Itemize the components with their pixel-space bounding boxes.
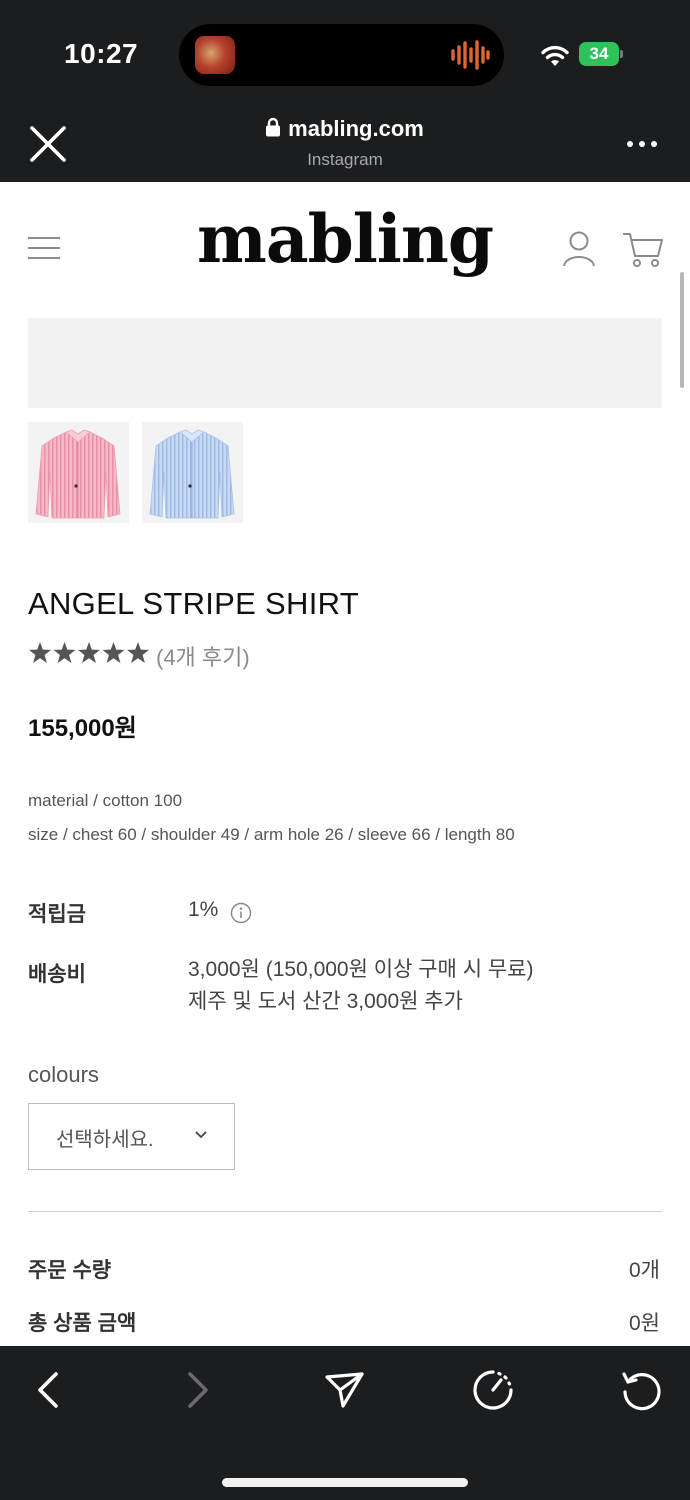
reload-icon[interactable] bbox=[619, 1368, 663, 1412]
battery-level: 34 bbox=[579, 42, 619, 66]
now-playing-artwork bbox=[195, 36, 235, 74]
info-icon[interactable] bbox=[230, 902, 252, 924]
dynamic-island[interactable] bbox=[179, 24, 504, 86]
points-value: 1% bbox=[188, 898, 219, 921]
points-label: 적립금 bbox=[28, 903, 86, 926]
total-price-value: 0원 bbox=[629, 1312, 660, 1335]
order-qty-label: 주문 수량 bbox=[28, 1259, 112, 1282]
page-speed-icon[interactable] bbox=[471, 1368, 515, 1412]
thumbnail-pink-shirt[interactable] bbox=[28, 422, 129, 523]
lock-icon bbox=[266, 117, 281, 137]
blue-shirt-image bbox=[149, 429, 235, 519]
forward-icon[interactable] bbox=[176, 1368, 220, 1412]
product-title: ANGEL STRIPE SHIRT bbox=[28, 586, 359, 621]
battery-tip bbox=[620, 50, 623, 58]
more-icon[interactable] bbox=[626, 138, 658, 150]
audio-wave-icon bbox=[451, 40, 490, 70]
home-indicator[interactable] bbox=[222, 1478, 468, 1487]
user-icon[interactable] bbox=[562, 230, 596, 268]
shipping-extra: 제주 및 도서 산간 3,000원 추가 bbox=[188, 990, 463, 1013]
rating-stars-icon[interactable] bbox=[28, 641, 150, 665]
url-source: Instagram bbox=[307, 150, 383, 169]
pink-shirt-image bbox=[35, 429, 121, 519]
status-time: 10:27 bbox=[64, 38, 139, 69]
wifi-icon bbox=[541, 45, 569, 66]
send-icon[interactable] bbox=[322, 1368, 366, 1412]
order-qty-value: 0개 bbox=[629, 1259, 660, 1282]
battery-indicator: 34 bbox=[579, 42, 623, 66]
spec-size: size / chest 60 / shoulder 49 / arm hole… bbox=[28, 825, 515, 844]
colours-label: colours bbox=[28, 1062, 99, 1087]
url-bar[interactable]: mabling.com bbox=[0, 116, 690, 142]
shipping-fee: 3,000원 (150,000원 이상 구매 시 무료) bbox=[188, 958, 534, 981]
back-icon[interactable] bbox=[26, 1368, 70, 1412]
divider bbox=[28, 1211, 662, 1212]
spec-material: material / cotton 100 bbox=[28, 791, 183, 810]
chevron-down-icon bbox=[195, 1131, 207, 1139]
total-price-label: 총 상품 금액 bbox=[28, 1312, 137, 1335]
thumbnail-blue-shirt[interactable] bbox=[142, 422, 243, 523]
shipping-label: 배송비 bbox=[28, 963, 86, 986]
url-text: mabling.com bbox=[288, 116, 424, 141]
colours-select[interactable]: 선택하세요. bbox=[28, 1103, 235, 1170]
product-main-image bbox=[28, 318, 662, 408]
page-scrollbar[interactable] bbox=[680, 272, 684, 388]
product-price: 155,000원 bbox=[28, 715, 137, 742]
colours-select-value: 선택하세요. bbox=[56, 1129, 154, 1151]
review-count-link[interactable]: (4개 후기) bbox=[156, 640, 250, 672]
cart-icon[interactable] bbox=[622, 230, 664, 268]
